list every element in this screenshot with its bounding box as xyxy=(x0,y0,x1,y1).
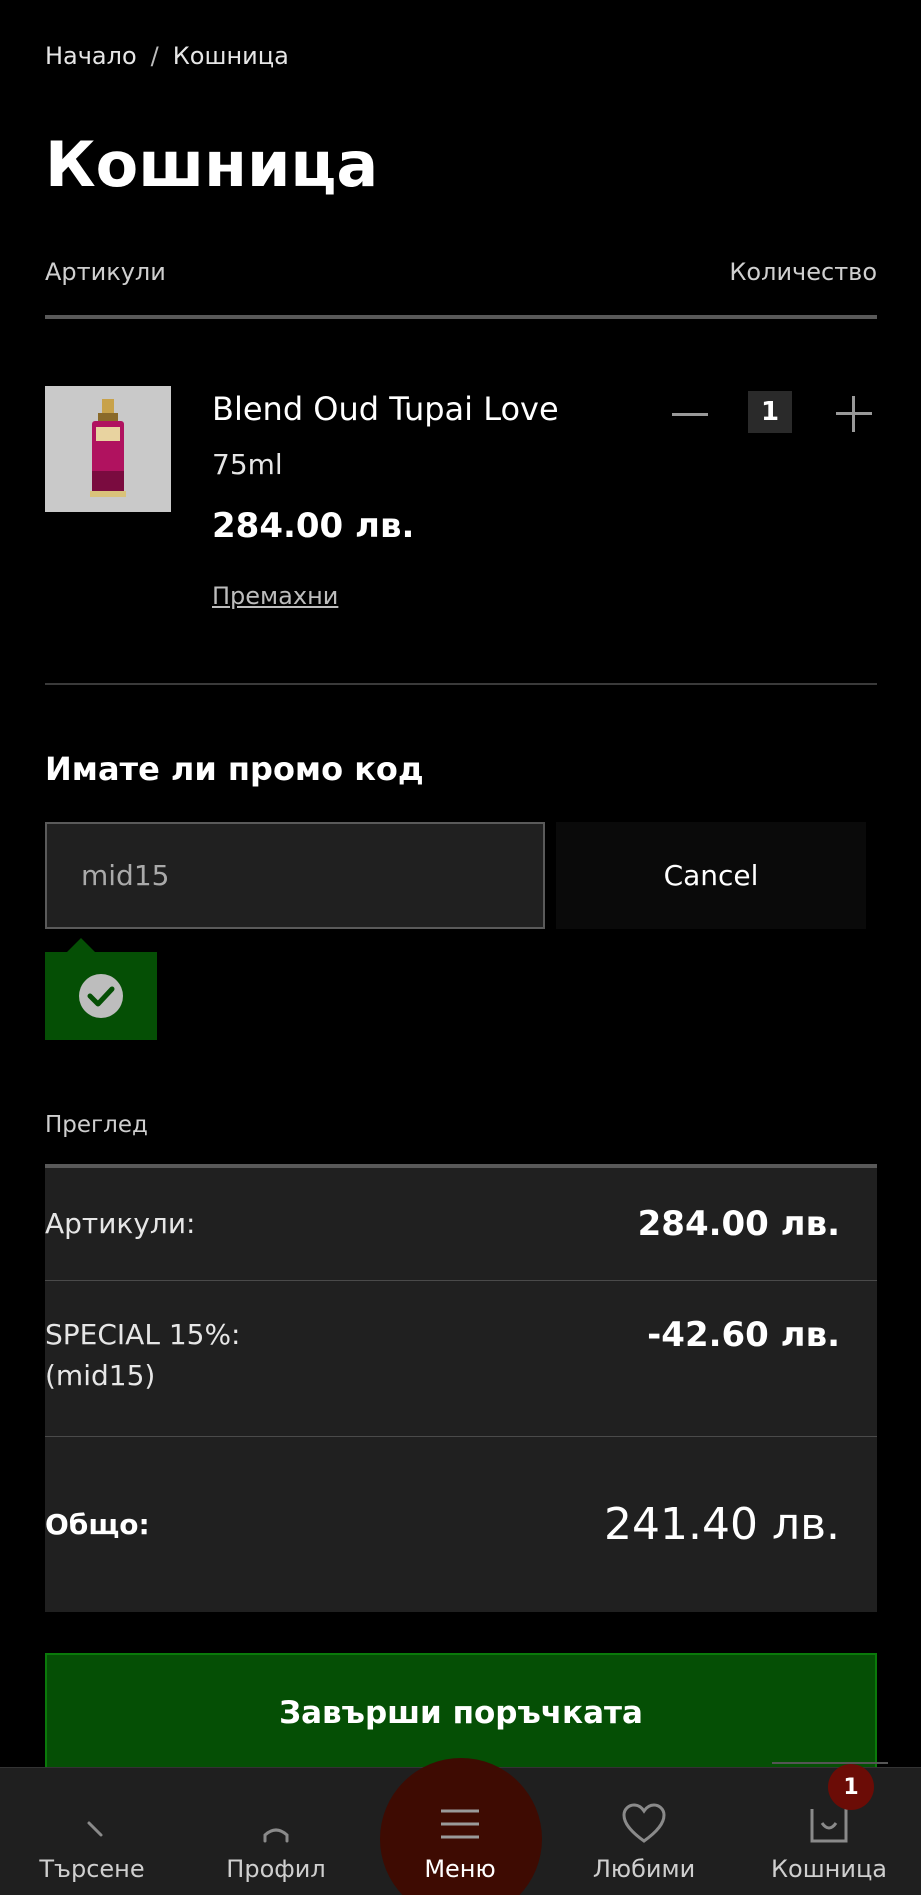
summary-discount-key: SPECIAL 15%: (mid15) xyxy=(45,1315,240,1396)
discount-code: (mid15) xyxy=(45,1358,156,1392)
summary-total-value: 241.40 лв. xyxy=(604,1499,840,1550)
breadcrumb-separator: / xyxy=(150,42,159,70)
summary-label: Преглед xyxy=(45,1112,148,1138)
summary-row-total: Общо: 241.40 лв. xyxy=(45,1437,877,1612)
heart-icon xyxy=(620,1795,668,1853)
promo-title: Имате ли промо код xyxy=(45,750,424,788)
items-column-header: Артикули xyxy=(45,258,166,286)
nav-search[interactable]: Търсене xyxy=(0,1767,184,1895)
cart-tooltip-edge xyxy=(772,1762,888,1764)
summary-items-value: 284.00 лв. xyxy=(637,1204,840,1244)
breadcrumb-home-link[interactable]: Начало xyxy=(45,42,137,70)
quantity-value[interactable]: 1 xyxy=(748,391,792,433)
product-divider xyxy=(45,683,877,685)
promo-code-input[interactable] xyxy=(45,822,545,929)
product-price: 284.00 лв. xyxy=(212,506,415,546)
product-size: 75ml xyxy=(212,448,283,481)
discount-name: SPECIAL 15%: xyxy=(45,1318,241,1351)
nav-search-label: Търсене xyxy=(39,1855,145,1883)
summary-row-items: Артикули: 284.00 лв. xyxy=(45,1168,877,1281)
header-divider xyxy=(45,315,877,319)
summary-row-discount: SPECIAL 15%: (mid15) -42.60 лв. xyxy=(45,1281,877,1437)
promo-cancel-button[interactable]: Cancel xyxy=(556,822,866,929)
page-title: Кошница xyxy=(45,128,379,201)
nav-menu[interactable]: Меню xyxy=(368,1767,552,1895)
breadcrumb-current: Кошница xyxy=(172,42,289,70)
order-summary: Артикули: 284.00 лв. SPECIAL 15%: (mid15… xyxy=(45,1164,877,1612)
nav-cart-label: Кошница xyxy=(770,1855,887,1883)
product-image[interactable] xyxy=(45,386,171,512)
user-icon xyxy=(253,1795,299,1853)
nav-menu-label: Меню xyxy=(424,1855,496,1883)
search-icon xyxy=(69,1795,115,1853)
nav-favorites[interactable]: Любими xyxy=(552,1767,736,1895)
nav-favorites-label: Любими xyxy=(592,1855,696,1883)
checkout-button[interactable]: Завърши поръчката xyxy=(45,1653,877,1773)
nav-profile[interactable]: Профил xyxy=(184,1767,368,1895)
quantity-increase-button[interactable] xyxy=(832,392,876,436)
quantity-decrease-button[interactable] xyxy=(668,394,712,434)
menu-icon xyxy=(437,1795,483,1853)
promo-success-indicator xyxy=(45,938,157,1040)
nav-profile-label: Профил xyxy=(226,1855,326,1883)
perfume-bottle-icon xyxy=(90,399,126,497)
quantity-column-header: Количество xyxy=(729,258,877,286)
cart-table-header: Артикули Количество xyxy=(45,258,877,286)
summary-discount-value: -42.60 лв. xyxy=(647,1315,840,1355)
cart-count-badge: 1 xyxy=(828,1764,874,1810)
summary-items-key: Артикули: xyxy=(45,1206,196,1240)
breadcrumb: Начало / Кошница xyxy=(45,42,289,70)
summary-total-key: Общо: xyxy=(45,1508,150,1541)
remove-item-link[interactable]: Премахни xyxy=(212,582,338,610)
check-circle-icon xyxy=(79,974,123,1018)
product-name[interactable]: Blend Oud Tupai Love xyxy=(212,390,559,428)
